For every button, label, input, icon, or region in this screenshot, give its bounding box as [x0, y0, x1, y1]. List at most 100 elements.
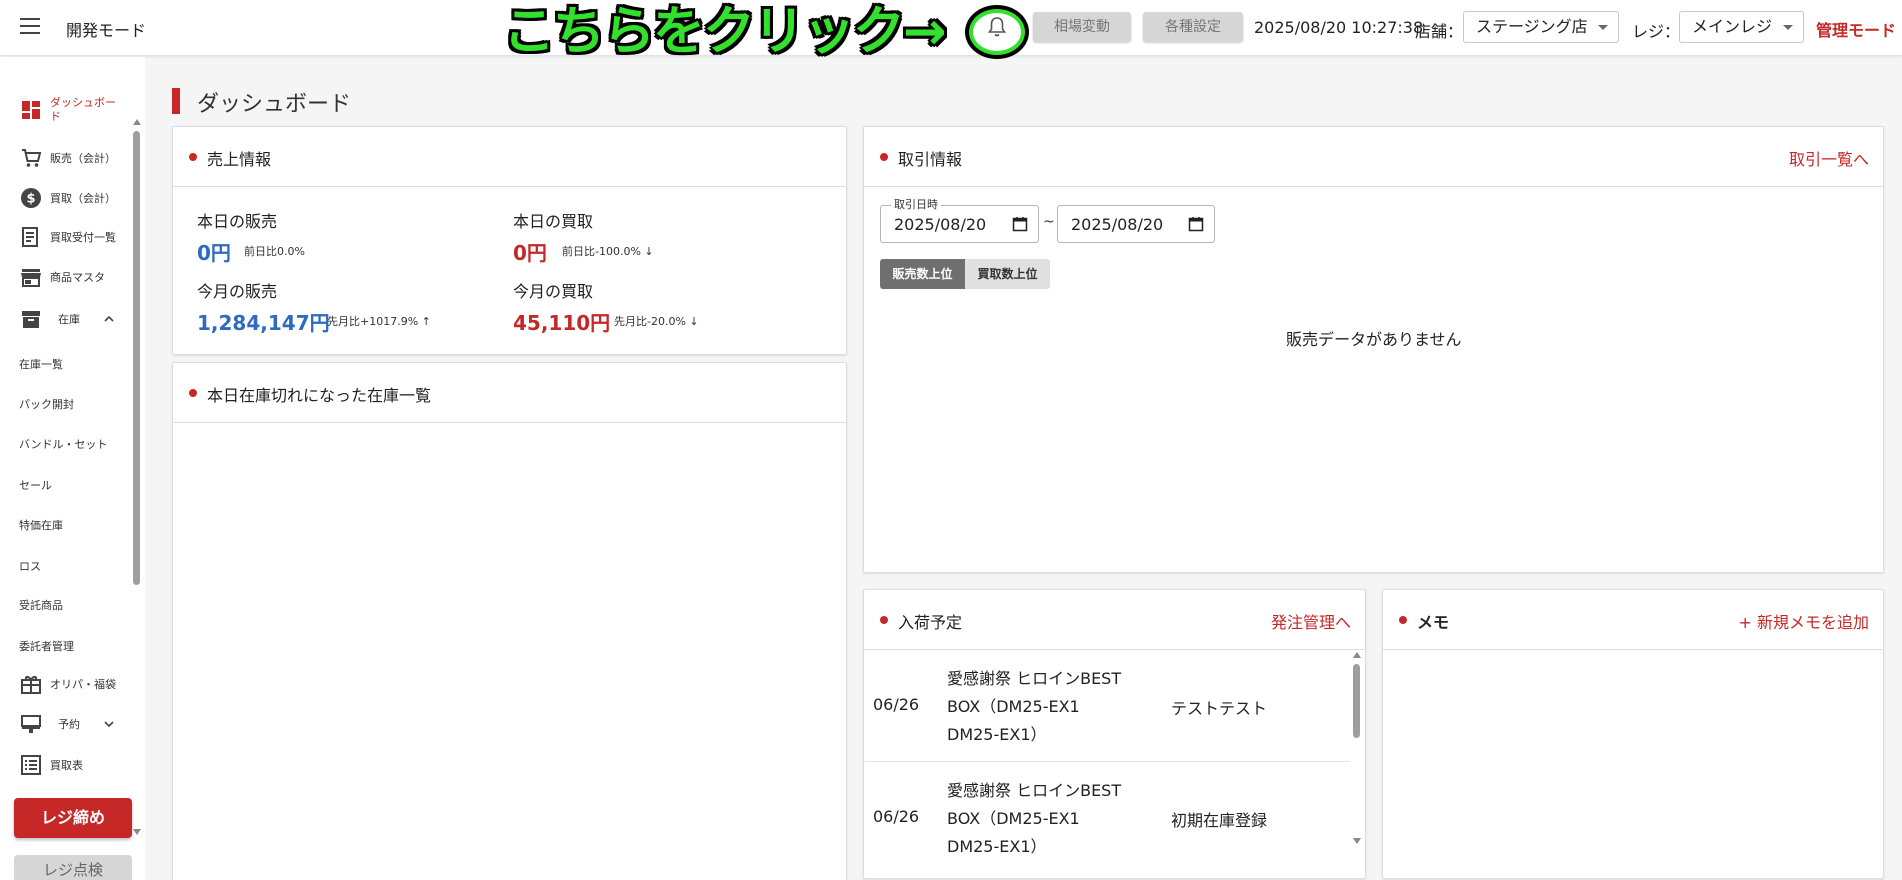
- order-management-link[interactable]: 発注管理へ: [1271, 609, 1351, 633]
- sidebar-subitem-consignor[interactable]: 委託者管理: [19, 638, 74, 654]
- today-buy-compare: 前日比-100.0% ↓: [562, 245, 654, 258]
- scroll-up-icon[interactable]: [133, 119, 141, 125]
- sales-info-card: 売上情報 本日の販売 0円 前日比0.0% 本日の買取 0円 前日比-100.0…: [172, 126, 847, 355]
- today-sales-value: 0円: [197, 241, 231, 265]
- list-icon: [21, 755, 41, 775]
- tab-top-sales[interactable]: 販売数上位: [880, 259, 965, 289]
- card-title: 売上情報: [207, 150, 272, 169]
- trade-list-link[interactable]: 取引一覧へ: [1789, 146, 1869, 170]
- sidebar-item-label: 販売（会計）: [50, 152, 116, 165]
- date-to-input[interactable]: 2025/08/20: [1057, 205, 1215, 243]
- bullet-dot: [880, 153, 888, 161]
- stockout-list-card: 本日在庫切れになった在庫一覧: [172, 362, 847, 880]
- sidebar-item-sales[interactable]: 販売（会計）: [0, 141, 128, 175]
- store-label: 店舗：: [1415, 22, 1464, 41]
- calendar-icon[interactable]: [1188, 216, 1204, 232]
- sidebar-item-label: 買取受付一覧: [50, 231, 116, 244]
- app-header: 開発モード こちらをクリック→ 相場変動 各種設定 2025/08/20 10:…: [0, 0, 1902, 62]
- market-change-button[interactable]: 相場変動: [1033, 12, 1131, 42]
- sidebar-item-reservation[interactable]: 予約: [0, 707, 128, 741]
- sidebar: ダッシュボード 販売（会計） $ 買取（会計） 買取受付一覧 商品マスタ 在庫 …: [0, 57, 145, 880]
- calendar-icon[interactable]: [1012, 216, 1028, 232]
- sidebar-subitem-special-price[interactable]: 特価在庫: [19, 517, 63, 533]
- date-legend: 取引日時: [891, 196, 941, 212]
- sidebar-item-label: ダッシュボード: [50, 96, 116, 123]
- sidebar-subitem-stock-list[interactable]: 在庫一覧: [19, 356, 63, 372]
- chevron-up-icon: [104, 315, 114, 322]
- bullet-dot: [189, 153, 197, 161]
- sidebar-item-label: オリパ・福袋: [50, 678, 116, 691]
- scroll-thumb[interactable]: [133, 131, 140, 585]
- card-title: 入荷予定: [898, 613, 963, 632]
- sidebar-item-dashboard[interactable]: ダッシュボード: [0, 93, 128, 127]
- sidebar-item-buy-table[interactable]: 買取表: [0, 748, 128, 782]
- card-header: 売上情報: [173, 127, 846, 187]
- card-title: メモ: [1417, 613, 1450, 632]
- current-datetime: 2025/08/20 10:27:38: [1254, 18, 1424, 37]
- scroll-up-icon[interactable]: [1353, 652, 1361, 658]
- card-header: メモ + 新規メモを追加: [1383, 590, 1883, 650]
- tab-top-purchases[interactable]: 買取数上位: [965, 259, 1050, 289]
- sidebar-subitem-consignment[interactable]: 受託商品: [19, 597, 63, 613]
- register-select-value: メインレジ: [1692, 17, 1773, 36]
- sidebar-subitem-loss[interactable]: ロス: [19, 558, 41, 574]
- bell-icon[interactable]: [985, 15, 1009, 39]
- sidebar-item-purchase-list[interactable]: 買取受付一覧: [0, 220, 128, 254]
- store-select[interactable]: ステージング店: [1463, 11, 1619, 43]
- month-buy-label: 今月の買取: [513, 282, 594, 301]
- settings-button[interactable]: 各種設定: [1143, 12, 1243, 42]
- add-memo-button[interactable]: + 新規メモを追加: [1739, 609, 1870, 633]
- chevron-down-icon: [104, 721, 114, 728]
- date-from-value: 2025/08/20: [894, 215, 987, 234]
- arrival-scrollbar[interactable]: [1350, 650, 1364, 848]
- sidebar-item-product-master[interactable]: 商品マスタ: [0, 260, 128, 294]
- today-sales-label: 本日の販売: [197, 212, 278, 231]
- sidebar-subitem-sale[interactable]: セール: [19, 477, 52, 493]
- memo-card: メモ + 新規メモを追加: [1382, 589, 1884, 879]
- sidebar-subitem-pack-open[interactable]: パック開封: [19, 396, 74, 412]
- arrival-date: 06/26: [873, 807, 920, 826]
- sidebar-scrollbar[interactable]: [130, 119, 144, 835]
- card-header: 取引情報 取引一覧へ: [864, 127, 1883, 187]
- chevron-down-icon: [1783, 25, 1793, 30]
- sidebar-item-oripa[interactable]: オリパ・福袋: [0, 667, 128, 701]
- sidebar-item-label: 予約: [58, 718, 80, 731]
- arrival-product: 愛感謝祭 ヒロインBEST BOX（DM25-EX1 DM25-EX1）: [947, 781, 1122, 856]
- sidebar-item-label: 商品マスタ: [50, 271, 105, 284]
- check-register-button[interactable]: レジ点検: [14, 855, 132, 880]
- mode-title: 開発モード: [66, 21, 147, 40]
- svg-text:$: $: [26, 192, 35, 207]
- archive-icon: [22, 311, 40, 328]
- scroll-down-icon[interactable]: [1353, 838, 1361, 844]
- scroll-down-icon[interactable]: [133, 829, 141, 835]
- chevron-down-icon: [1598, 25, 1608, 30]
- scroll-thumb[interactable]: [1353, 664, 1360, 738]
- card-header: 本日在庫切れになった在庫一覧: [173, 363, 846, 423]
- arrival-note: テストテスト: [1171, 699, 1268, 718]
- arrival-schedule-card: 入荷予定 発注管理へ 06/26 愛感謝祭 ヒロインBEST BOX（DM25-…: [863, 589, 1366, 879]
- no-sales-data-message: 販売データがありません: [1286, 330, 1462, 349]
- table-row[interactable]: 06/26 愛感謝祭 ヒロインBEST BOX（DM25-EX1 DM25-EX…: [865, 651, 1350, 762]
- sidebar-item-purchase[interactable]: $ 買取（会計）: [0, 181, 128, 215]
- admin-mode-link[interactable]: 管理モード: [1816, 17, 1896, 41]
- menu-icon[interactable]: [20, 18, 40, 34]
- dollar-icon: $: [21, 188, 41, 208]
- sidebar-subitem-bundle[interactable]: バンドル・セット: [19, 436, 108, 452]
- card-header: 入荷予定 発注管理へ: [864, 590, 1365, 650]
- arrival-note: 初期在庫登録: [1171, 811, 1268, 830]
- store-select-value: ステージング店: [1476, 17, 1588, 36]
- dashboard-icon: [22, 101, 40, 119]
- close-register-button[interactable]: レジ締め: [14, 798, 132, 838]
- today-buy-value: 0円: [513, 241, 547, 265]
- page-title-accent: [172, 88, 180, 114]
- month-sales-label: 今月の販売: [197, 282, 278, 301]
- register-select[interactable]: メインレジ: [1679, 11, 1804, 43]
- date-to-value: 2025/08/20: [1071, 215, 1164, 234]
- page-title: ダッシュボード: [197, 92, 352, 117]
- date-range-separator: ~: [1043, 214, 1055, 230]
- sidebar-item-stock[interactable]: 在庫: [0, 302, 128, 336]
- table-row[interactable]: 06/26 愛感謝祭 ヒロインBEST BOX（DM25-EX1 DM25-EX…: [865, 763, 1350, 877]
- reservation-icon: [21, 715, 41, 733]
- bullet-dot: [189, 389, 197, 397]
- gift-icon: [21, 676, 41, 694]
